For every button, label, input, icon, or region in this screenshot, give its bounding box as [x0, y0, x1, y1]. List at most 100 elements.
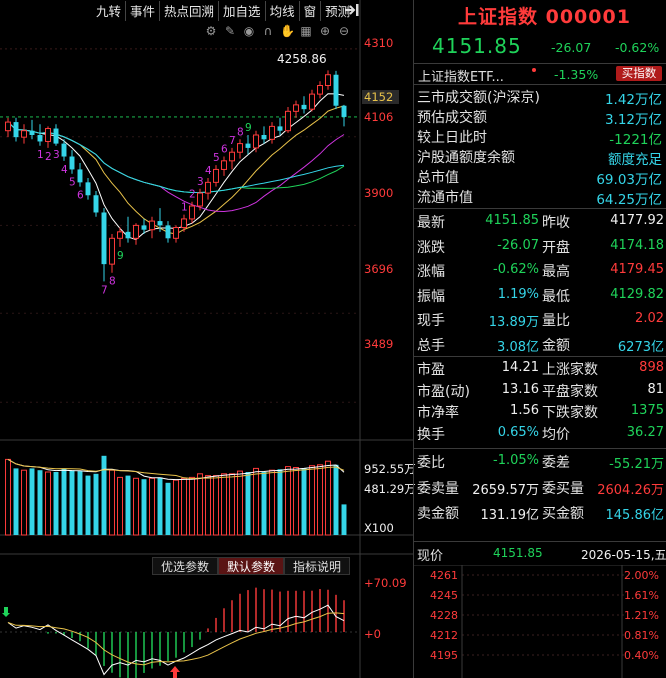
candle-body[interactable] — [21, 130, 27, 138]
collapse-panel-icon[interactable] — [343, 2, 361, 18]
gear-icon[interactable]: ⚙ — [204, 24, 218, 38]
candle-body[interactable] — [93, 195, 99, 213]
candle-body[interactable] — [229, 151, 235, 162]
pencil-icon[interactable]: ✎ — [223, 24, 237, 38]
mini-price-label: 现价 — [417, 549, 444, 564]
candle-body[interactable] — [61, 143, 67, 157]
zoom-out-icon[interactable]: ⊖ — [337, 24, 351, 38]
candle-body[interactable] — [85, 182, 91, 196]
candle-body[interactable] — [173, 227, 179, 239]
nine-turn-label: 5 — [69, 177, 76, 189]
eye-icon[interactable]: ◉ — [242, 24, 256, 38]
volume-bar — [325, 460, 331, 536]
candle-body[interactable] — [29, 130, 35, 135]
quote-label: 平盘家数 — [542, 383, 598, 400]
candle-body[interactable] — [293, 104, 299, 112]
grid-icon[interactable]: ▦ — [299, 24, 313, 38]
candle-body[interactable] — [237, 143, 243, 153]
candle-body[interactable] — [253, 134, 259, 149]
quote-label: 下跌家数 — [542, 405, 598, 421]
axis-label-4106: 4106 — [364, 110, 394, 124]
buy-index-button[interactable]: 买指数 — [616, 66, 662, 81]
candle-body[interactable] — [37, 135, 43, 142]
quote-label: 市净率 — [417, 405, 459, 421]
candle-body[interactable] — [341, 105, 347, 117]
volume-bar — [253, 467, 259, 536]
candle-body[interactable] — [245, 143, 251, 148]
etf-name[interactable]: 上证指数ETF... — [418, 66, 504, 85]
tab-default-params[interactable]: 默认参数 — [218, 557, 285, 575]
candle-body[interactable] — [333, 74, 339, 106]
candle-body[interactable] — [77, 169, 83, 183]
candle-body[interactable] — [157, 221, 163, 226]
candle-body[interactable] — [309, 93, 315, 110]
toolbar-hot-review[interactable]: 热点回溯 — [159, 1, 218, 21]
hand-icon[interactable]: ✋ — [280, 24, 295, 38]
divider — [414, 208, 666, 209]
tab-preferred-params[interactable]: 优选参数 — [152, 557, 219, 575]
candle-body[interactable] — [149, 220, 155, 231]
candle-body[interactable] — [13, 122, 19, 138]
volume-bar — [197, 473, 203, 536]
tab-indicator-help[interactable]: 指标说明 — [284, 557, 351, 575]
volume-bar — [237, 470, 243, 536]
volume-bar — [21, 469, 27, 536]
kline-chart-area[interactable]: 1 2 345678912345678 9 — [0, 0, 413, 678]
candle-body[interactable] — [269, 125, 275, 140]
candle-body[interactable] — [45, 128, 51, 142]
candle-body[interactable] — [277, 126, 283, 131]
mini-pct-level: 0.40% — [624, 649, 659, 662]
candle-body[interactable] — [69, 156, 75, 170]
candle-body[interactable] — [189, 205, 195, 220]
toolbar-window[interactable]: 窗 — [298, 1, 321, 21]
candle-body[interactable] — [117, 231, 123, 239]
stat-label: 沪股通额度余额 — [417, 150, 515, 166]
quote-value: 1.19% — [497, 286, 539, 302]
volume-bar — [213, 475, 219, 536]
nine-turn-label: 6 — [77, 190, 84, 202]
candle-body[interactable] — [165, 225, 171, 239]
stat-label: 预估成交额 — [417, 110, 487, 126]
axis-label-3900: 3900 — [364, 186, 394, 200]
volume-bar — [77, 471, 83, 535]
candle-body[interactable] — [285, 110, 291, 132]
zoom-in-icon[interactable]: ⊕ — [318, 24, 332, 38]
candle-body[interactable] — [221, 160, 227, 170]
volume-bar — [45, 471, 51, 536]
high-annotation: 4258.86 — [277, 52, 327, 66]
nine-turn-label: 1 — [37, 149, 44, 161]
intraday-mini-chart[interactable]: 4261 2.00% 4245 1.61% 4228 1.21% 4212 0.81% 4195… — [414, 565, 666, 678]
mini-pct-level: 1.21% — [624, 609, 659, 622]
mini-price-level: 4228 — [430, 609, 458, 622]
candle-body[interactable] — [317, 85, 323, 95]
candle-body[interactable] — [181, 218, 187, 229]
candle-body[interactable] — [133, 224, 139, 239]
toolbar-moving-average[interactable]: 均线 — [264, 1, 299, 21]
axis-label-4310: 4310 — [364, 36, 394, 50]
magnet-icon[interactable]: ∩ — [261, 24, 275, 38]
candle-body[interactable] — [213, 168, 219, 183]
candle-body[interactable] — [197, 192, 203, 207]
toolbar-events[interactable]: 事件 — [125, 1, 159, 21]
candle-body[interactable] — [125, 231, 131, 239]
toolbar-add-watchlist[interactable]: 加自选 — [218, 1, 265, 21]
quote-value: 81 — [647, 381, 664, 397]
candle-body[interactable] — [109, 237, 115, 265]
quote-label: 金额 — [542, 337, 570, 354]
axis-label-3489: 3489 — [364, 337, 394, 351]
toolbar-nine-turn[interactable]: 九转 — [92, 1, 125, 21]
divider — [414, 448, 666, 449]
candle-body[interactable] — [261, 135, 267, 140]
candle-body[interactable] — [141, 225, 147, 230]
volume-bar — [309, 465, 315, 536]
candle-body[interactable] — [5, 121, 11, 132]
volume-bar — [277, 469, 283, 535]
etf-row[interactable]: 上证指数ETF... -1.35% 买指数 — [414, 63, 666, 85]
volume-bar — [189, 476, 195, 536]
candle-body[interactable] — [325, 74, 331, 86]
candle-body[interactable] — [101, 212, 107, 265]
stat-label: 总市值 — [417, 170, 459, 186]
candle-body[interactable] — [205, 181, 211, 194]
candle-body[interactable] — [53, 128, 59, 144]
candle-body[interactable] — [301, 104, 307, 110]
